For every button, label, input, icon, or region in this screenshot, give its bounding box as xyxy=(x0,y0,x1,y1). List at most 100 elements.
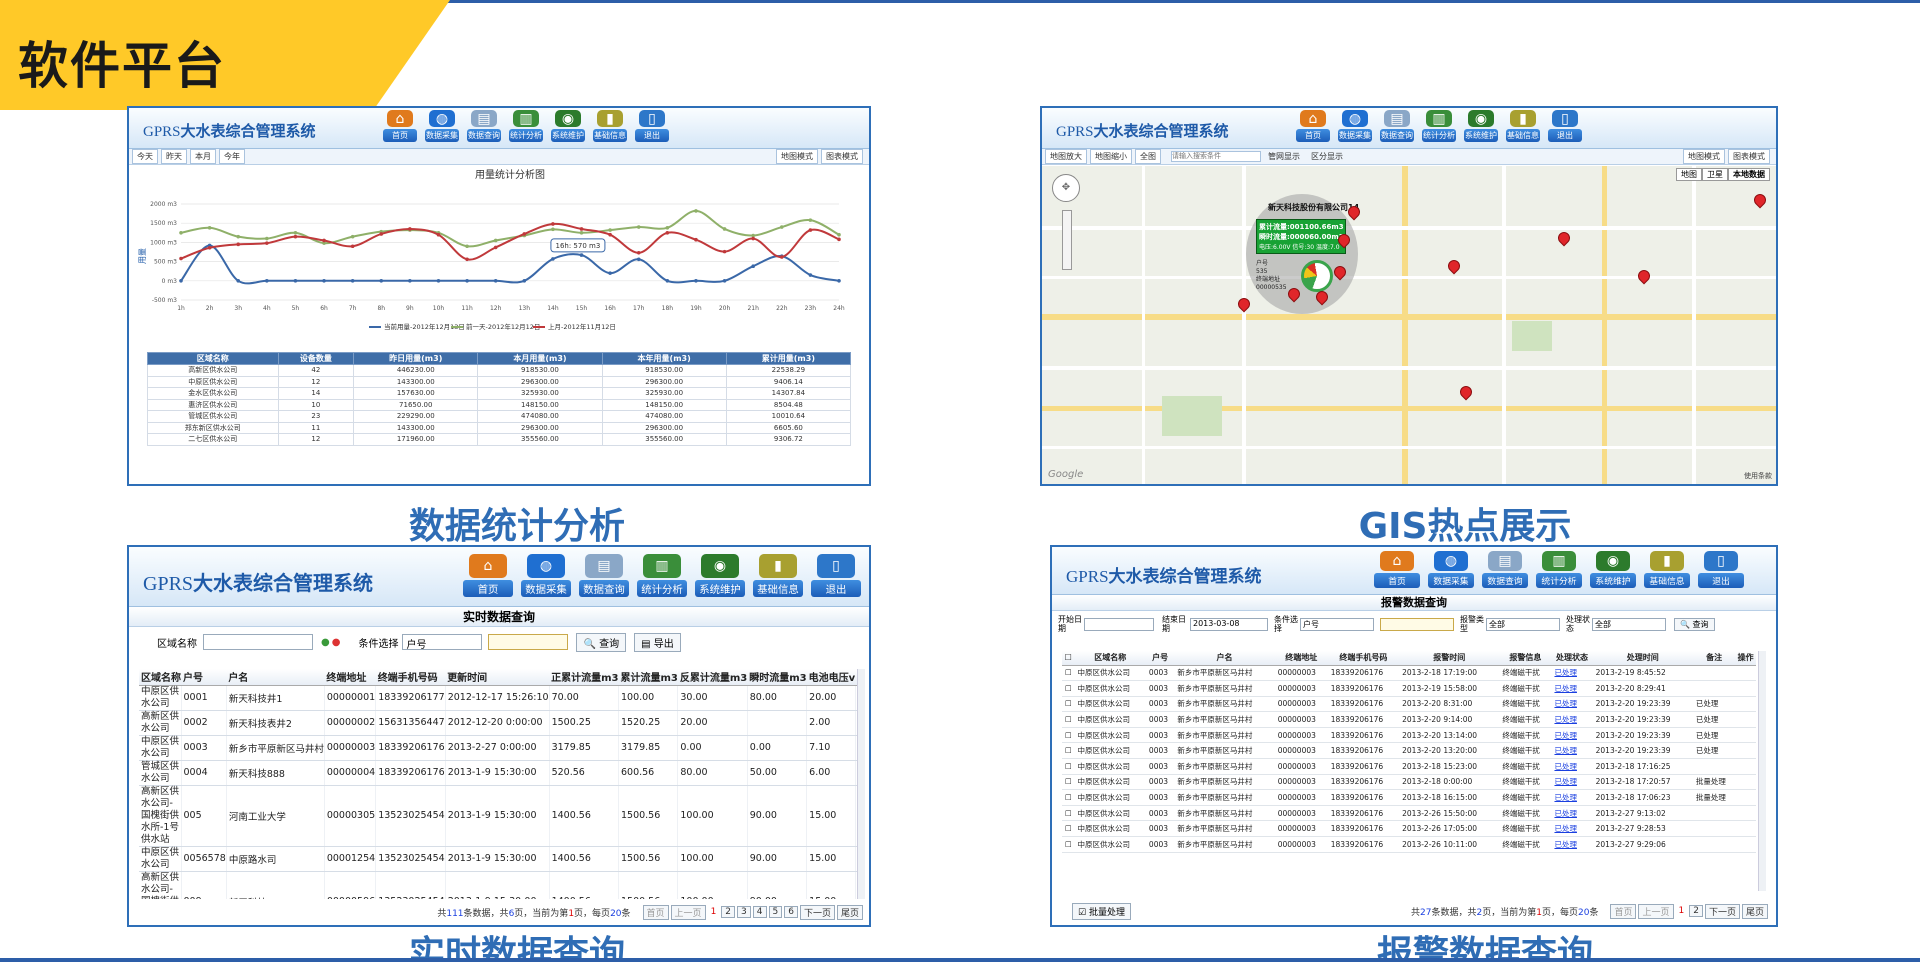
column-header[interactable]: 备注 xyxy=(1692,651,1736,666)
column-header[interactable]: 区域名称 xyxy=(1074,651,1146,666)
table-row[interactable]: 中原区供水公司 0056578 中原路水司 00001254 13523025454 20… xyxy=(139,846,857,872)
meter-pin-icon[interactable] xyxy=(1751,191,1769,209)
nav-button-0[interactable]: ⌂ 首页 xyxy=(1292,110,1334,142)
end-date-input[interactable]: 2013-03-08 xyxy=(1190,617,1268,631)
page-number-button[interactable]: 2 xyxy=(721,906,736,918)
column-header[interactable]: 终端地址 xyxy=(324,669,376,686)
row-action[interactable] xyxy=(1735,742,1756,760)
page-number-button[interactable]: 5 xyxy=(768,906,783,918)
column-header[interactable]: 报警信息 xyxy=(1499,651,1552,666)
map-type-switch[interactable]: 地图 卫星 本地数据 xyxy=(1676,168,1770,181)
nav-button-5[interactable]: ▮ 基础信息 xyxy=(1502,110,1544,142)
row-checkbox[interactable]: ☐ xyxy=(1062,836,1075,853)
region-input[interactable] xyxy=(203,634,313,650)
nav-button-3[interactable]: ▥ 统计分析 xyxy=(1418,110,1460,142)
meter-pin-icon[interactable] xyxy=(1235,295,1253,313)
tab-yesterday[interactable]: 昨天 xyxy=(161,149,187,164)
nav-button-4[interactable]: ◉ 系统维护 xyxy=(691,554,749,597)
start-date-input[interactable] xyxy=(1084,617,1154,631)
row-action[interactable] xyxy=(1735,665,1756,682)
column-header[interactable]: 累计流量m3 xyxy=(618,669,678,686)
table-row[interactable]: ☐ 中原区供水公司 0003 新乡市平原新区马井村 00000003 1833920617… xyxy=(1062,805,1756,822)
first-page-button[interactable]: 首页 xyxy=(642,904,669,920)
condition-select[interactable]: 户号 xyxy=(1300,617,1374,631)
table-cell[interactable]: 已处理 xyxy=(1551,727,1593,744)
full-map-button[interactable]: 全图 xyxy=(1135,149,1161,164)
alarm-scrollbar[interactable] xyxy=(1758,651,1766,891)
nav-button-3[interactable]: ▥ 统计分析 xyxy=(633,554,691,597)
table-cell[interactable]: 已处理 xyxy=(1551,789,1593,806)
nav-button-1[interactable]: ◍ 数据采集 xyxy=(1424,551,1478,588)
map-type-satellite[interactable]: 卫星 xyxy=(1702,168,1728,181)
table-row[interactable]: 高新区供水公司-国槐街供水所-1号供水站009新天科技0000059613523… xyxy=(139,871,857,899)
nav-button-3[interactable]: ▥ 统计分析 xyxy=(1532,551,1586,588)
column-header[interactable]: 户名 xyxy=(226,669,325,686)
nav-button-5[interactable]: ▮ 基础信息 xyxy=(749,554,807,597)
table-row[interactable]: ☐ 中原区供水公司 0003 新乡市平原新区马井村 00000003 1833920617… xyxy=(1062,696,1756,713)
nav-button-3[interactable]: ▥ 统计分析 xyxy=(505,110,547,142)
chart-mode-button[interactable]: 图表模式 xyxy=(1728,149,1770,164)
condition-value-input[interactable] xyxy=(488,634,569,650)
column-header[interactable]: 户号 xyxy=(1145,651,1175,666)
page-number-button[interactable]: 3 xyxy=(737,906,751,918)
column-header[interactable]: 正累计流量m3 xyxy=(549,669,619,686)
table-row[interactable]: ☐ 中原区供水公司 0003 新乡市平原新区马井村 00000003 1833920617… xyxy=(1062,789,1756,806)
nav-button-6[interactable]: ▯ 退出 xyxy=(1694,551,1748,588)
nav-button-1[interactable]: ◍ 数据采集 xyxy=(1334,110,1376,142)
column-header[interactable]: 终端手机号码 xyxy=(375,669,446,686)
nav-button-2[interactable]: ▤ 数据查询 xyxy=(1376,110,1418,142)
page-number-button[interactable]: 2 xyxy=(1689,905,1703,917)
nav-button-4[interactable]: ◉ 系统维护 xyxy=(1460,110,1502,142)
row-action[interactable] xyxy=(1735,805,1756,822)
tab-year[interactable]: 今年 xyxy=(219,149,245,164)
table-cell[interactable]: 已处理 xyxy=(1551,758,1593,775)
table-row[interactable]: ☐ 中原区供水公司 0003 新乡市平原新区马井村 00000003 1833920617… xyxy=(1062,836,1756,853)
row-action[interactable] xyxy=(1735,711,1756,728)
table-row[interactable]: 中原区供水公司 0003 新乡市平原新区马井村 00000003 18339206176… xyxy=(139,735,857,761)
page-number-button[interactable]: 6 xyxy=(784,906,798,918)
column-header[interactable]: 反累计流量m3 xyxy=(677,669,748,686)
table-cell[interactable]: 已处理 xyxy=(1551,836,1593,853)
nav-button-2[interactable]: ▤ 数据查询 xyxy=(575,554,633,597)
nav-button-2[interactable]: ▤ 数据查询 xyxy=(463,110,505,142)
status-select[interactable]: 全部 xyxy=(1592,617,1666,631)
next-page-button[interactable]: 下一页 xyxy=(1704,903,1740,919)
table-row[interactable]: ☐ 中原区供水公司 0003 新乡市平原新区马井村 00000003 1833920617… xyxy=(1062,742,1756,760)
table-row[interactable]: ☐ 中原区供水公司 0003 新乡市平原新区马井村 00000003 1833920617… xyxy=(1062,758,1756,775)
table-cell[interactable]: 已处理 xyxy=(1551,774,1593,791)
page-number-button[interactable]: 1 xyxy=(1676,906,1688,916)
column-header[interactable]: 报警时间 xyxy=(1399,651,1500,666)
nav-button-2[interactable]: ▤ 数据查询 xyxy=(1478,551,1532,588)
row-checkbox[interactable]: ☐ xyxy=(1062,820,1075,838)
last-page-button[interactable]: 尾页 xyxy=(1741,903,1768,919)
column-header[interactable]: 户号 xyxy=(181,669,227,686)
nav-button-4[interactable]: ◉ 系统维护 xyxy=(547,110,589,142)
page-number-button[interactable]: 4 xyxy=(752,906,767,918)
first-page-button[interactable]: 首页 xyxy=(1610,903,1637,919)
row-action[interactable] xyxy=(1735,774,1756,791)
map-type-local[interactable]: 本地数据 xyxy=(1728,168,1770,181)
add-icon[interactable]: ● xyxy=(321,637,330,648)
table-cell[interactable]: 已处理 xyxy=(1551,680,1593,697)
prev-page-button[interactable]: 上一页 xyxy=(1638,903,1674,919)
column-header[interactable]: 电池电压v xyxy=(806,669,856,686)
export-button[interactable]: ▤ 导出 xyxy=(634,632,681,652)
meter-pin-icon[interactable] xyxy=(1635,267,1653,285)
nav-button-4[interactable]: ◉ 系统维护 xyxy=(1586,551,1640,588)
table-row[interactable]: ☐ 中原区供水公司 0003 新乡市平原新区马井村 00000003 1833920617… xyxy=(1062,820,1756,838)
row-action[interactable] xyxy=(1735,789,1756,806)
column-header[interactable]: 操作 xyxy=(1735,651,1756,666)
row-checkbox[interactable]: ☐ xyxy=(1062,665,1075,682)
table-row[interactable]: ☐ 中原区供水公司 0003 新乡市平原新区马井村 00000003 1833920617… xyxy=(1062,727,1756,744)
row-action[interactable] xyxy=(1735,680,1756,697)
nav-button-6[interactable]: ▯ 退出 xyxy=(1544,110,1586,142)
row-checkbox[interactable]: ☐ xyxy=(1062,774,1075,791)
next-page-button[interactable]: 下一页 xyxy=(799,904,835,920)
map-terms[interactable]: 使用条款 xyxy=(1744,471,1772,481)
nav-button-5[interactable]: ▮ 基础信息 xyxy=(1640,551,1694,588)
row-checkbox[interactable]: ☐ xyxy=(1062,742,1075,760)
table-row[interactable]: 管城区供水公司 0004 新天科技888 00000004 18339206176 201… xyxy=(139,760,857,786)
map-mode-button[interactable]: 地图模式 xyxy=(1683,149,1725,164)
row-checkbox[interactable]: ☐ xyxy=(1062,727,1075,744)
column-header[interactable]: 处理时间 xyxy=(1592,651,1693,666)
